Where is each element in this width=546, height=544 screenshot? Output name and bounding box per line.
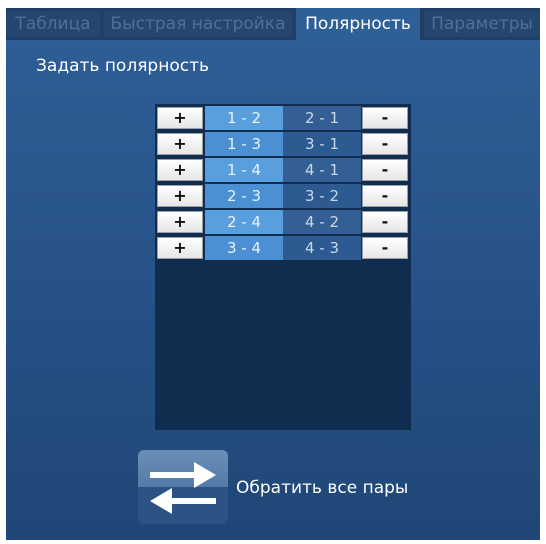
pair-row: + 1 - 2 2 - 1 -	[155, 106, 411, 130]
plus-button[interactable]: +	[157, 185, 203, 207]
pair-forward: 3 - 4	[205, 236, 283, 260]
tab-parameters[interactable]: Параметры	[424, 11, 540, 37]
pair-forward: 2 - 3	[205, 184, 283, 208]
plus-button[interactable]: +	[157, 237, 203, 259]
plus-button[interactable]: +	[157, 133, 203, 155]
pair-reverse: 4 - 3	[283, 236, 361, 260]
pair-reverse: 3 - 2	[283, 184, 361, 208]
pair-forward: 1 - 2	[205, 106, 283, 130]
tab-table[interactable]: Таблица	[6, 11, 100, 37]
set-polarity-label: Задать полярность	[36, 56, 209, 76]
pairs-panel: + 1 - 2 2 - 1 - + 1 - 3 3 - 1 - + 1 - 4 …	[155, 104, 411, 430]
pair-reverse: 4 - 1	[283, 158, 361, 182]
pair-forward: 1 - 4	[205, 158, 283, 182]
minus-button[interactable]: -	[362, 159, 408, 181]
minus-button[interactable]: -	[362, 107, 408, 129]
pair-forward: 1 - 3	[205, 132, 283, 156]
pair-reverse: 4 - 2	[283, 210, 361, 234]
minus-button[interactable]: -	[362, 133, 408, 155]
reverse-all-button[interactable]	[138, 450, 228, 524]
pair-forward: 2 - 4	[205, 210, 283, 234]
polarity-window: Таблица Быстрая настройка Полярность Пар…	[6, 8, 540, 540]
pair-row: + 1 - 4 4 - 1 -	[155, 158, 411, 182]
tab-bar: Таблица Быстрая настройка Полярность Пар…	[6, 8, 540, 40]
pair-row: + 1 - 3 3 - 1 -	[155, 132, 411, 156]
minus-button[interactable]: -	[362, 211, 408, 233]
swap-arrows-icon	[150, 462, 216, 514]
pair-reverse: 3 - 1	[283, 132, 361, 156]
plus-button[interactable]: +	[157, 107, 203, 129]
plus-button[interactable]: +	[157, 211, 203, 233]
plus-button[interactable]: +	[157, 159, 203, 181]
pair-row: + 2 - 4 4 - 2 -	[155, 210, 411, 234]
pair-reverse: 2 - 1	[283, 106, 361, 130]
minus-button[interactable]: -	[362, 237, 408, 259]
reverse-all-label[interactable]: Обратить все пары	[236, 478, 408, 498]
minus-button[interactable]: -	[362, 185, 408, 207]
tab-quick-setup[interactable]: Быстрая настройка	[104, 11, 292, 37]
tab-polarity[interactable]: Полярность	[296, 8, 420, 40]
pair-row: + 2 - 3 3 - 2 -	[155, 184, 411, 208]
pair-row: + 3 - 4 4 - 3 -	[155, 236, 411, 260]
